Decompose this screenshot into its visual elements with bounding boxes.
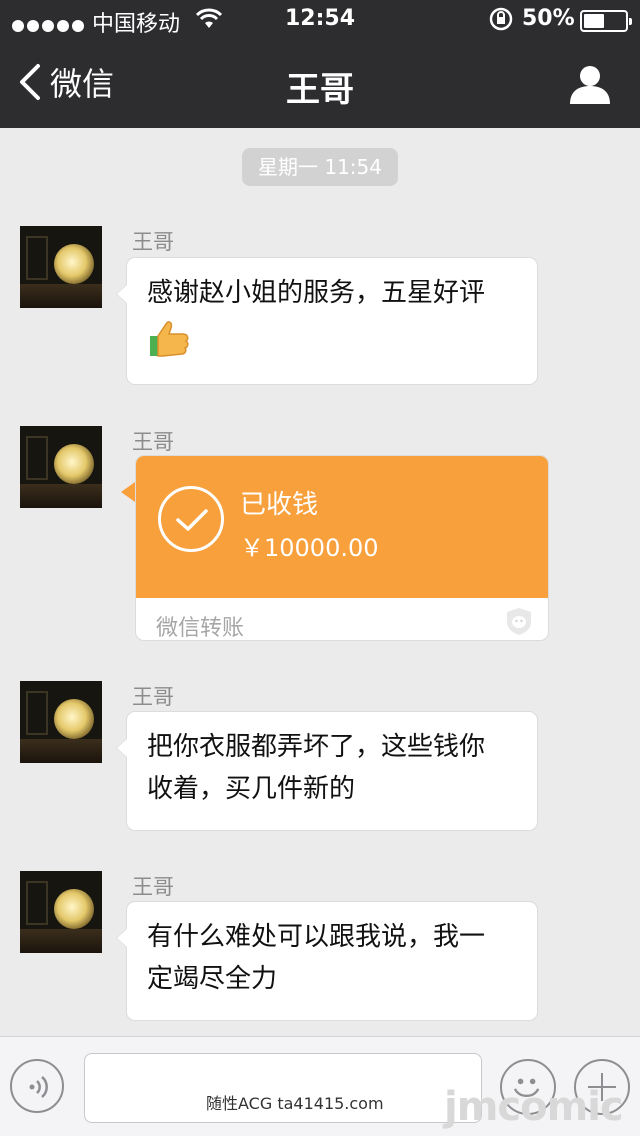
avatar[interactable] (20, 226, 102, 308)
sender-name: 王哥 (132, 685, 174, 709)
transfer-amount: ￥10000.00 (240, 534, 379, 562)
message-text-line: 定竭尽全力 (147, 964, 278, 994)
message-text: 感谢赵小姐的服务，五星好评 (147, 278, 486, 308)
transfer-header: 已收钱 ￥10000.00 (136, 456, 548, 598)
transfer-status: 已收钱 (240, 490, 319, 520)
watermark-right: jmcomic (444, 1084, 624, 1130)
voice-icon (29, 1076, 48, 1098)
sender-name: 王哥 (132, 430, 174, 454)
chat-timestamp: 星期一 11:54 (242, 148, 398, 186)
chat-title: 王哥 (286, 70, 354, 110)
profile-icon (570, 66, 610, 104)
message-text-line: 收着，买几件新的 (147, 774, 356, 804)
message-bubble[interactable]: 感谢赵小姐的服务，五星好评 (116, 257, 538, 385)
thumbs-up-icon (150, 321, 189, 357)
profile-button[interactable] (568, 64, 612, 104)
message-text-line: 把你衣服都弄坏了，这些钱你 (147, 732, 486, 762)
avatar[interactable] (20, 681, 102, 763)
transfer-footer: 微信转账 (156, 616, 245, 641)
battery-percent: 50% (522, 6, 575, 31)
avatar[interactable] (20, 426, 102, 508)
watermark-left: 随性ACG ta41415.com (206, 1094, 384, 1113)
lock-rotation-icon (488, 6, 514, 38)
sender-name: 王哥 (132, 875, 174, 899)
message-bubble[interactable]: 有什么难处可以跟我说，我一 定竭尽全力 (116, 901, 538, 1021)
message-text-line: 有什么难处可以跟我说，我一 (147, 922, 486, 952)
message-bubble[interactable]: 把你衣服都弄坏了，这些钱你 收着，买几件新的 (116, 711, 538, 831)
voice-button[interactable] (10, 1059, 64, 1113)
sender-name: 王哥 (132, 230, 174, 254)
transfer-card[interactable]: 已收钱 ￥10000.00 微信转账 (135, 455, 549, 641)
avatar[interactable] (20, 871, 102, 953)
wechat-pay-shield-icon (507, 608, 531, 635)
status-bar: 中国移动 12:54 50% (0, 0, 640, 40)
top-bar: 中国移动 12:54 50% 微信 王哥 (0, 0, 640, 128)
check-circle-icon (158, 486, 224, 552)
battery-icon (580, 10, 632, 32)
transfer-tail (121, 482, 135, 502)
